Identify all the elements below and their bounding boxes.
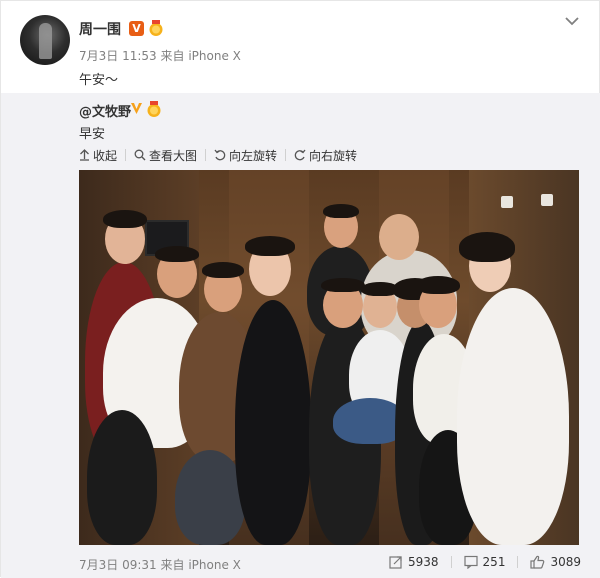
post-meta: 7月3日 11:53 来自 iPhone X xyxy=(79,47,241,64)
repost-count-button[interactable]: 5938 xyxy=(389,555,439,569)
medal-icon[interactable] xyxy=(146,101,162,118)
comment-count-button[interactable]: 251 xyxy=(463,555,506,569)
like-count: 3089 xyxy=(550,555,581,569)
rotate-left-label: 向左旋转 xyxy=(229,148,278,163)
rotate-left-button[interactable]: 向左旋转 xyxy=(214,147,277,164)
repost-author[interactable]: @文牧野 xyxy=(79,101,131,120)
verified-badge-icon: V xyxy=(129,21,144,36)
post-time[interactable]: 7月3日 11:53 xyxy=(79,49,157,63)
repost-text: 早安 xyxy=(79,127,106,142)
author-name[interactable]: 周一围 xyxy=(79,19,121,39)
medal-icon[interactable] xyxy=(148,20,164,37)
rotate-right-icon xyxy=(294,149,306,161)
repost-icon xyxy=(389,556,402,569)
repost-source-prefix: 来自 xyxy=(160,558,185,572)
rotate-left-icon xyxy=(214,149,226,161)
comment-count: 251 xyxy=(482,555,506,569)
repost-source[interactable]: iPhone X xyxy=(188,558,241,572)
verified-v-icon xyxy=(131,103,142,114)
post-text: 午安～ xyxy=(79,73,119,88)
magnifier-icon xyxy=(134,149,146,161)
repost-count: 5938 xyxy=(408,555,439,569)
repost-stats: 5938 251 3089 xyxy=(389,555,581,569)
weibo-card: 周一围 V 7月3日 11:53 来自 iPhone X 午安～ @文牧野 早安 xyxy=(0,0,600,578)
repost-meta: 7月3日 09:31 来自 iPhone X xyxy=(79,556,241,573)
avatar[interactable] xyxy=(20,15,70,65)
arrow-up-icon xyxy=(80,149,89,161)
chevron-down-icon[interactable] xyxy=(564,15,580,27)
comment-icon xyxy=(463,555,478,569)
post-source[interactable]: iPhone X xyxy=(188,49,241,63)
source-prefix: 来自 xyxy=(160,49,185,63)
view-large-label: 查看大图 xyxy=(149,148,198,163)
rotate-right-button[interactable]: 向右旋转 xyxy=(294,147,357,164)
group-photo[interactable] xyxy=(79,170,579,545)
collapse-button[interactable]: 收起 xyxy=(79,147,117,164)
collapse-label: 收起 xyxy=(93,148,118,163)
like-count-button[interactable]: 3089 xyxy=(530,555,581,569)
image-toolbar: 收起 查看大图 向左旋转 向右旋转 xyxy=(79,146,357,164)
rotate-right-label: 向右旋转 xyxy=(309,148,358,163)
repost-box: @文牧野 早安 收起 查看大图 向左旋转 向右旋转 7月3日 09:31 来自 … xyxy=(1,93,600,578)
repost-time[interactable]: 7月3日 09:31 xyxy=(79,558,157,572)
view-large-button[interactable]: 查看大图 xyxy=(134,147,197,164)
thumbs-up-icon xyxy=(530,555,545,569)
